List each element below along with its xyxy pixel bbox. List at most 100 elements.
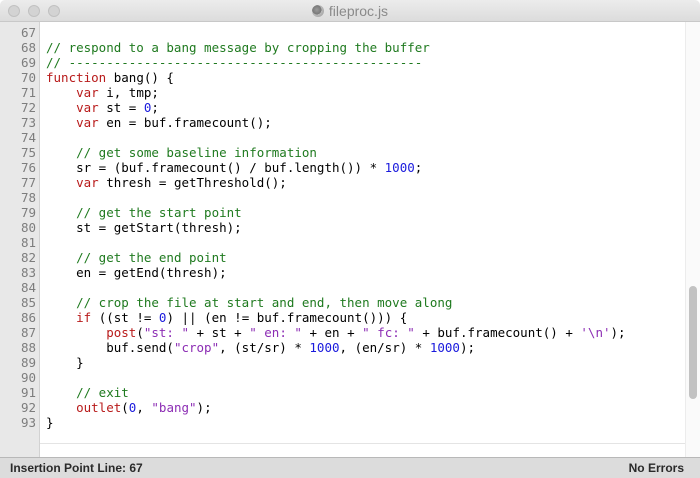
code-token: + buf.framecount() + bbox=[414, 325, 581, 340]
code-line[interactable]: // get the end point bbox=[46, 250, 227, 265]
code-token: ((st != bbox=[91, 310, 159, 325]
code-token: sr = (buf.framecount() / buf.length()) * bbox=[46, 160, 385, 175]
code-line[interactable]: sr = (buf.framecount() / buf.length()) *… bbox=[46, 160, 422, 175]
line-number: 83 bbox=[20, 265, 36, 280]
code-line[interactable]: buf.send("crop", (st/sr) * 1000, (en/sr)… bbox=[46, 340, 475, 355]
code-token: ) || (en != buf.framecount())) { bbox=[166, 310, 408, 325]
code-line[interactable]: } bbox=[46, 415, 54, 430]
code-token: thresh = getThreshold(); bbox=[98, 175, 287, 190]
code-token: "bang" bbox=[151, 400, 197, 415]
code-token: } bbox=[46, 355, 84, 370]
status-bar: Insertion Point Line: 67 No Errors bbox=[0, 457, 700, 478]
code-token: // crop the file at start and end, then … bbox=[76, 295, 453, 310]
line-number: 84 bbox=[20, 280, 36, 295]
code-token: ; bbox=[151, 100, 159, 115]
code-editor[interactable]: // respond to a bang message by cropping… bbox=[40, 22, 685, 457]
code-token: ( bbox=[121, 400, 129, 415]
code-token: // respond to a bang message by cropping… bbox=[46, 40, 430, 55]
title-bar[interactable]: fileproc.js bbox=[0, 0, 700, 22]
line-number: 89 bbox=[20, 355, 36, 370]
code-line[interactable]: // respond to a bang message by cropping… bbox=[46, 40, 430, 55]
code-token: , bbox=[136, 400, 152, 415]
vertical-scrollbar[interactable] bbox=[685, 22, 700, 457]
line-number: 82 bbox=[20, 250, 36, 265]
line-number: 76 bbox=[20, 160, 36, 175]
code-token: if bbox=[76, 310, 92, 325]
editor-window: fileproc.js 67 68 69 70 71 72 73 74 75 76 77 78 79 80… bbox=[0, 0, 700, 478]
line-number: 77 bbox=[20, 175, 36, 190]
code-token: ( bbox=[136, 325, 144, 340]
code-line[interactable]: en = getEnd(thresh); bbox=[46, 265, 227, 280]
code-line[interactable]: var i, tmp; bbox=[46, 85, 159, 100]
code-token: bang() { bbox=[106, 70, 174, 85]
line-number-gutter: 67 68 69 70 71 72 73 74 75 76 77 78 79 80 81 82 83 84 85 86… bbox=[0, 22, 40, 457]
code-token: , (en/sr) * bbox=[339, 340, 430, 355]
code-token: en = getEnd(thresh); bbox=[46, 265, 227, 280]
code-line[interactable]: var thresh = getThreshold(); bbox=[46, 175, 287, 190]
code-token: post bbox=[106, 325, 137, 340]
code-line[interactable]: // get the start point bbox=[46, 205, 242, 220]
code-token: st = bbox=[98, 100, 144, 115]
code-line[interactable]: // get some baseline information bbox=[46, 145, 317, 160]
code-token: var bbox=[76, 100, 99, 115]
line-number: 93 bbox=[20, 415, 36, 430]
code-line[interactable]: // -------------------------------------… bbox=[46, 55, 422, 70]
line-number: 92 bbox=[20, 400, 36, 415]
code-token: ; bbox=[414, 160, 423, 175]
line-number: 80 bbox=[20, 220, 36, 235]
code-line[interactable]: if ((st != 0) || (en != buf.framecount()… bbox=[46, 310, 407, 325]
line-number: 71 bbox=[20, 85, 36, 100]
code-token: // -------------------------------------… bbox=[46, 55, 423, 70]
code-line[interactable]: var en = buf.framecount(); bbox=[46, 115, 272, 130]
code-token: 1000 bbox=[429, 340, 460, 355]
line-number: 79 bbox=[20, 205, 36, 220]
code-token: + en + bbox=[301, 325, 363, 340]
code-token: st = getStart(thresh); bbox=[46, 220, 242, 235]
code-line[interactable]: } bbox=[46, 355, 84, 370]
code-token: buf.send( bbox=[46, 340, 174, 355]
code-token: // get the start point bbox=[76, 205, 242, 220]
code-line[interactable]: function bang() { bbox=[46, 70, 174, 85]
line-number: 67 bbox=[20, 25, 36, 40]
code-line[interactable]: var st = 0; bbox=[46, 100, 159, 115]
code-line[interactable]: post("st: " + st + " en: " + en + " fc: … bbox=[46, 325, 625, 340]
document-icon bbox=[311, 5, 324, 17]
code-token: function bbox=[46, 70, 107, 85]
code-token: 1000 bbox=[309, 340, 340, 355]
code-token: + st + bbox=[189, 325, 250, 340]
code-line[interactable]: // crop the file at start and end, then … bbox=[46, 295, 452, 310]
code-token: // get some baseline information bbox=[76, 145, 317, 160]
scrollbar-thumb[interactable] bbox=[689, 286, 697, 399]
code-token: ); bbox=[459, 340, 475, 355]
code-token: "st: " bbox=[143, 325, 190, 340]
code-token: 1000 bbox=[384, 160, 415, 175]
error-status: No Errors bbox=[628, 461, 684, 475]
code-token: var bbox=[76, 115, 99, 130]
window-title: fileproc.js bbox=[328, 3, 389, 19]
line-number: 90 bbox=[20, 370, 36, 385]
code-token: // exit bbox=[76, 385, 129, 400]
code-line[interactable]: st = getStart(thresh); bbox=[46, 220, 242, 235]
code-token: '\n' bbox=[580, 325, 611, 340]
line-number: 88 bbox=[20, 340, 36, 355]
code-token: var bbox=[76, 175, 99, 190]
line-number: 85 bbox=[20, 295, 36, 310]
code-line[interactable]: outlet(0, "bang"); bbox=[46, 400, 212, 415]
code-line[interactable]: // exit bbox=[46, 385, 129, 400]
line-number: 78 bbox=[20, 190, 36, 205]
code-token: , (st/sr) * bbox=[219, 340, 310, 355]
code-token: } bbox=[46, 415, 54, 430]
line-number: 74 bbox=[20, 130, 36, 145]
line-number: 87 bbox=[20, 325, 36, 340]
code-token: "crop" bbox=[173, 340, 220, 355]
